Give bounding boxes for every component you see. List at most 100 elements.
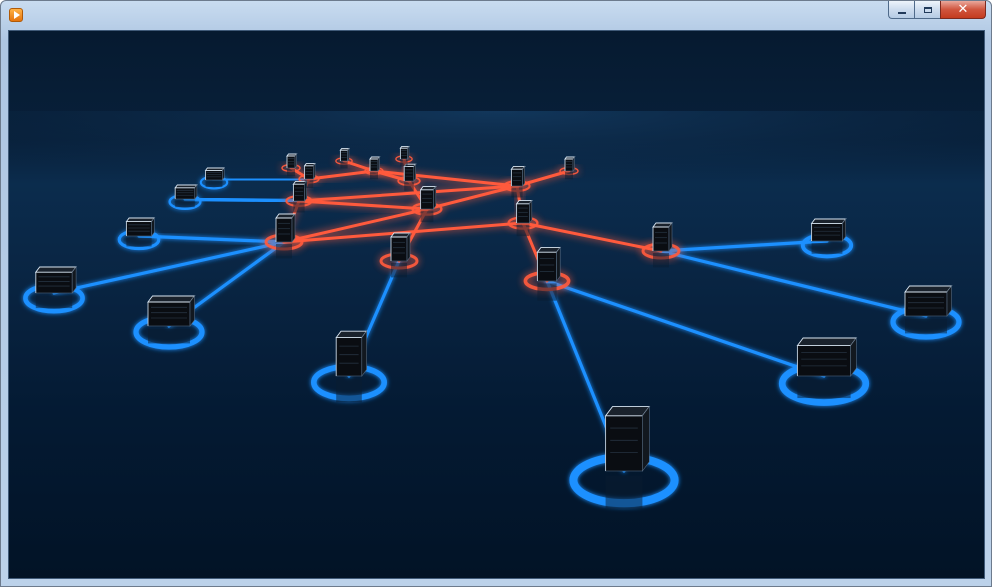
node-side <box>842 218 847 242</box>
node-body <box>335 337 363 377</box>
close-button[interactable]: ✕ <box>940 1 986 19</box>
node-reflection <box>336 379 362 403</box>
node-body <box>304 165 314 180</box>
node-side <box>406 232 411 262</box>
server-tower-icon <box>536 246 562 301</box>
node-reflection <box>400 159 408 167</box>
node-body <box>797 345 852 377</box>
server-tower-icon <box>904 285 953 334</box>
node-body <box>510 168 523 187</box>
node-reflection <box>304 180 314 189</box>
window-controls: ✕ <box>888 1 986 20</box>
app-window: ✕ <box>0 0 992 587</box>
node-reflection <box>653 253 669 268</box>
node-side <box>294 153 297 169</box>
node-body <box>390 236 408 262</box>
node-reflection <box>404 182 414 191</box>
node-side <box>151 217 155 237</box>
node-reflection <box>905 319 947 334</box>
network-diagram <box>9 111 984 509</box>
node-body <box>174 187 196 200</box>
node-reflection <box>287 169 295 177</box>
minimize-icon <box>897 11 906 14</box>
node-reflection <box>205 181 223 187</box>
server-tower-icon <box>174 184 198 208</box>
node-body <box>292 183 305 202</box>
node-body <box>369 158 379 172</box>
node-reflection <box>811 243 843 254</box>
node-body <box>275 217 293 243</box>
server-tower-icon <box>335 330 368 403</box>
server-tower-icon <box>125 217 156 247</box>
node-side <box>668 222 673 252</box>
node-reflection <box>565 172 573 180</box>
node-body <box>339 149 348 162</box>
node-side <box>642 405 650 472</box>
node-body <box>399 147 408 160</box>
node-top <box>34 266 77 273</box>
node-side <box>556 246 561 282</box>
network-scene-viewport[interactable] <box>8 30 985 579</box>
node-body <box>605 415 643 472</box>
link-blue <box>545 279 826 378</box>
server-tower-icon <box>390 232 411 278</box>
node-side <box>194 184 198 200</box>
node-body <box>403 166 415 182</box>
node-top <box>796 337 858 347</box>
node-top <box>335 330 368 339</box>
node-top <box>204 167 226 171</box>
node-top <box>125 217 156 223</box>
link-blue <box>659 249 928 318</box>
link-blue <box>137 234 286 244</box>
link-blue <box>212 177 311 182</box>
node-reflection <box>605 475 643 509</box>
node-reflection <box>35 295 73 309</box>
node-reflection <box>797 379 851 399</box>
node-body <box>286 155 296 169</box>
node-side <box>522 165 526 187</box>
node-reflection <box>391 263 407 278</box>
maximize-icon <box>923 6 932 13</box>
node-side <box>291 213 296 243</box>
node-side <box>377 156 380 172</box>
node-body <box>564 158 574 172</box>
minimize-button[interactable] <box>888 1 914 19</box>
close-icon: ✕ <box>957 2 969 17</box>
node-reflection <box>175 200 195 208</box>
node-side <box>433 185 437 210</box>
maximize-button[interactable] <box>914 1 940 19</box>
server-tower-icon <box>604 405 651 509</box>
node-body <box>904 291 948 317</box>
node-reflection <box>276 244 292 259</box>
node-side <box>413 163 416 182</box>
server-tower-icon <box>147 295 196 344</box>
link-blue <box>183 197 301 203</box>
node-body <box>420 189 434 210</box>
server-tower-icon <box>652 222 673 268</box>
node-body <box>537 251 558 282</box>
server-tower-icon <box>34 266 77 309</box>
node-body <box>126 221 153 237</box>
node-body <box>516 203 530 224</box>
node-reflection <box>420 210 434 223</box>
node-body <box>35 271 73 294</box>
node-reflection <box>511 187 523 198</box>
title-bar[interactable]: ✕ <box>1 1 991 29</box>
node-side <box>313 162 316 180</box>
node-side <box>529 199 533 224</box>
node-body <box>811 222 843 242</box>
node-top <box>174 184 198 189</box>
server-tower-icon <box>796 337 858 399</box>
node-side <box>572 156 575 172</box>
node-body <box>205 169 223 181</box>
app-play-icon[interactable] <box>9 8 23 22</box>
node-body <box>147 301 191 327</box>
node-side <box>222 167 225 181</box>
node-side <box>407 145 410 160</box>
node-reflection <box>340 161 348 169</box>
node-reflection <box>126 237 152 247</box>
node-reflection <box>537 283 557 301</box>
server-tower-icon <box>810 218 847 254</box>
node-body <box>652 226 670 252</box>
server-tower-icon <box>204 167 226 187</box>
